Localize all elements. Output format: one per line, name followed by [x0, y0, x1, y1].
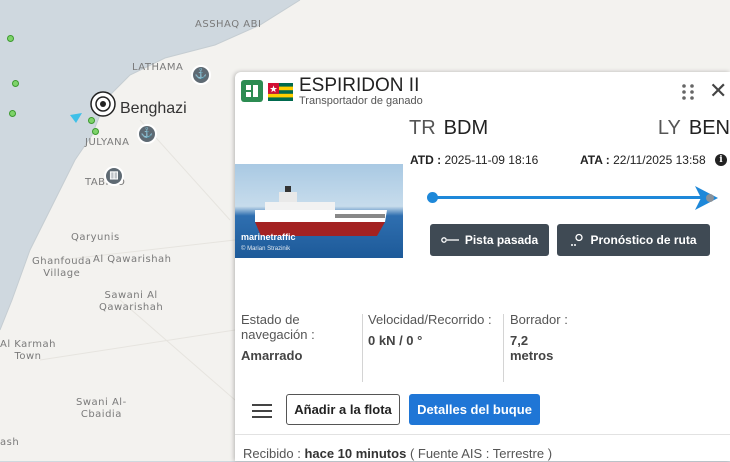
vessel-type-icon: [241, 80, 263, 102]
selected-vessel-icon[interactable]: [90, 91, 116, 117]
past-track-button[interactable]: Pista pasada: [430, 224, 549, 256]
port-icon[interactable]: ⚓: [137, 124, 157, 144]
atd: ATD : 2025-11-09 18:16: [410, 153, 538, 167]
track-icon: [440, 237, 459, 243]
vessel-arrow-marker[interactable]: [70, 113, 82, 123]
received-label: Recibido :: [243, 446, 301, 461]
vessel-marker[interactable]: [7, 35, 14, 42]
arrival-port-code: BEN: [688, 117, 730, 139]
route-forecast-label: Pronóstico de ruta: [590, 233, 697, 247]
hamburger-menu-icon[interactable]: [252, 403, 272, 419]
arrival-country: LY: [657, 117, 681, 139]
route-start-dot: [427, 192, 438, 203]
route-forecast-button[interactable]: Pronóstico de ruta: [557, 224, 710, 256]
place-benghazi: Benghazi: [120, 100, 187, 117]
divider: [362, 314, 363, 382]
ata: ATA : 22/11/2025 13:58: [580, 153, 706, 167]
place-ash: ash: [0, 437, 20, 448]
close-icon[interactable]: ✕: [709, 80, 727, 102]
received-value: hace 10 minutos: [304, 446, 407, 461]
vessel-name: ESPIRIDON II: [299, 75, 420, 96]
departure-port[interactable]: TR BDM: [409, 117, 488, 140]
info-icon[interactable]: i: [715, 154, 727, 166]
place-ghanfouda-line2: Village: [43, 268, 81, 279]
departure-country: TR: [409, 117, 436, 139]
panel-actions: Añadir a la flota Detalles del buque: [235, 392, 730, 432]
divider: [503, 314, 504, 382]
navigation-status-value: Amarrado: [241, 348, 303, 363]
received-info: Recibido : hace 10 minutos ( Fuente AIS …: [243, 446, 552, 461]
draught-label: Borrador :: [510, 312, 568, 327]
departure-port-code: BDM: [443, 117, 489, 139]
speed-course-label: Velocidad/Recorrido :: [368, 312, 492, 327]
location-pin-icon: [571, 233, 584, 246]
draught: Borrador : 7,2 metros: [510, 312, 568, 384]
place-julyana: JULYANA: [85, 137, 130, 148]
panel-header: ESPIRIDON II Transportador de ganado ✕: [235, 72, 730, 112]
vessel-marker[interactable]: [88, 117, 95, 124]
place-ghanfouda-line1: Ghanfouda: [32, 256, 92, 267]
place-asshaq-abi: ASSHAQ ABI: [195, 19, 262, 30]
drag-handle-icon[interactable]: [681, 83, 695, 101]
vessel-photo[interactable]: marinetraffic © Marian Strazinik: [235, 164, 403, 258]
vessel-position-arrow-icon: [695, 186, 718, 210]
vessel-marker[interactable]: [12, 80, 19, 87]
arrival-port[interactable]: LY BEN: [658, 117, 730, 140]
place-al-karmah-line2: Town: [14, 351, 42, 362]
place-al-karmah: Al Karmah Town: [0, 339, 56, 363]
place-lathama: LATHAMA: [132, 62, 184, 73]
add-to-fleet-button[interactable]: Añadir a la flota: [286, 394, 400, 425]
place-sawani-line1: Sawani Al: [104, 290, 158, 301]
ata-value: 22/11/2025 13:58: [613, 153, 706, 167]
speed-course: Velocidad/Recorrido : 0 kN / 0 °: [368, 312, 503, 384]
vessel-panel: ESPIRIDON II Transportador de ganado ✕ m…: [235, 72, 730, 461]
vessel-marker[interactable]: [9, 110, 16, 117]
atd-label: ATD :: [410, 153, 442, 167]
vessel-details-button[interactable]: Detalles del buque: [409, 394, 540, 425]
ship-image: [255, 186, 387, 236]
place-swani-cbaidia: Swani Al- Cbaidia: [76, 397, 127, 421]
place-al-karmah-line1: Al Karmah: [0, 339, 56, 350]
atd-value: 2025-11-09 18:16: [444, 153, 539, 167]
vessel-type: Transportador de ganado: [299, 95, 423, 107]
museum-icon[interactable]: ▥: [104, 166, 124, 186]
vessel-marker[interactable]: [92, 128, 99, 135]
togo-flag-icon: [268, 83, 293, 101]
vessel-info-grid: Estado de navegación : Amarrado Velocida…: [235, 312, 570, 384]
route-progress-bar: [431, 196, 709, 199]
received-source: ( Fuente AIS : Terrestre ): [409, 446, 553, 461]
navigation-status: Estado de navegación : Amarrado: [241, 312, 359, 384]
navigation-status-label: Estado de navegación :: [241, 312, 315, 342]
ata-label: ATA :: [580, 153, 610, 167]
speed-course-value: 0 kN / 0 °: [368, 333, 423, 348]
place-sawani: Sawani Al Qawarishah: [99, 290, 163, 314]
place-sawani-line2: Qawarishah: [99, 302, 164, 313]
past-track-label: Pista pasada: [464, 233, 539, 247]
draught-value: 7,2 metros: [510, 333, 554, 363]
place-qaryunis: Qaryunis: [71, 232, 120, 243]
port-icon[interactable]: ⚓: [191, 65, 211, 85]
photo-brand: marinetraffic: [241, 232, 296, 242]
photo-credit: © Marian Strazinik: [241, 246, 291, 252]
panel-footer: Recibido : hace 10 minutos ( Fuente AIS …: [235, 434, 730, 462]
route-section: TR BDM LY BEN ATD : 2025-11-09 18:16 ATA :…: [403, 112, 730, 272]
place-swani-line1: Swani Al-: [76, 397, 127, 408]
place-ghanfouda: Ghanfouda Village: [32, 256, 92, 280]
place-al-qawarishah: Al Qawarishah: [93, 254, 172, 265]
place-swani-line2: Cbaidia: [80, 409, 122, 420]
